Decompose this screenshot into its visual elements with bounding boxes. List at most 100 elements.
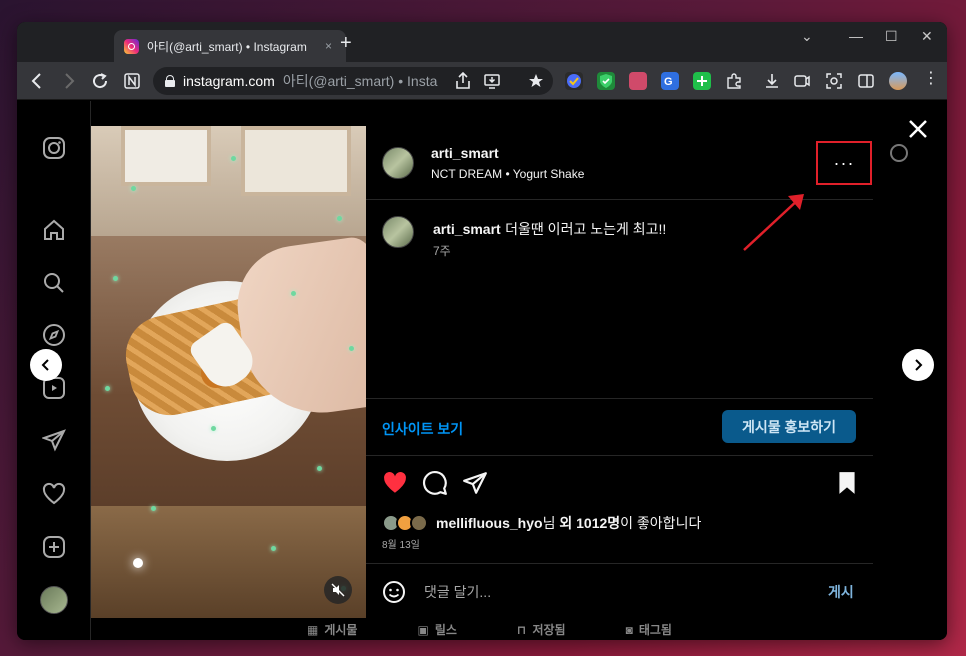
sparkle <box>271 546 276 551</box>
reels-icon: ▣ <box>417 622 429 637</box>
profile-avatar[interactable] <box>889 72 907 90</box>
tab-tagged[interactable]: ◙ 태그됨 <box>626 621 672 638</box>
sparkle <box>349 346 354 351</box>
caption-text: 더울땐 이러고 노는게 최고!! <box>505 221 667 237</box>
video-capture-icon[interactable] <box>793 72 811 90</box>
bookmark-icon: ⊓ <box>516 622 527 637</box>
title-bar: 아티(@arti_smart) • Instagram × + ⌄ — ☐ ✕ <box>17 22 947 62</box>
profile-tabs: ▦ 게시물 ▣ 릴스 ⊓ 저장됨 ◙ 태그됨 <box>307 621 672 638</box>
svg-text:G: G <box>664 76 673 88</box>
post-media[interactable] <box>91 126 366 618</box>
next-post-button[interactable] <box>902 349 934 381</box>
tab-posts[interactable]: ▦ 게시물 <box>307 621 357 638</box>
search-icon[interactable] <box>42 271 66 295</box>
forward-icon[interactable] <box>61 72 77 90</box>
messages-icon[interactable] <box>42 428 66 452</box>
sparkle <box>133 558 143 568</box>
sparkle <box>105 386 110 391</box>
mute-button[interactable] <box>324 576 352 604</box>
caption-time: 7주 <box>433 244 451 258</box>
sparkle <box>317 466 322 471</box>
emoji-icon[interactable] <box>382 580 406 604</box>
maximize-button[interactable]: ☐ <box>885 28 898 45</box>
close-modal-icon[interactable] <box>906 117 930 141</box>
url-domain: instagram.com <box>183 73 275 89</box>
home-icon[interactable] <box>42 218 66 242</box>
url-page-title: 아티(@arti_smart) • Insta <box>282 73 438 89</box>
likes-suffix-1: 님 <box>542 515 560 531</box>
author-username[interactable]: arti_smart <box>431 145 499 161</box>
likes-suffix-2: 이 좋아합니다 <box>620 515 702 531</box>
browser-tab-instagram[interactable]: 아티(@arti_smart) • Instagram × <box>114 30 346 62</box>
sparkle <box>337 216 342 221</box>
side-panel-icon[interactable] <box>857 72 875 90</box>
sparkle <box>113 276 118 281</box>
tab-saved[interactable]: ⊓ 저장됨 <box>517 621 566 638</box>
share-icon[interactable] <box>455 72 471 90</box>
insight-row: 인사이트 보기 게시물 홍보하기 <box>366 398 873 456</box>
close-window-button[interactable]: ✕ <box>921 28 933 45</box>
grid-icon: ▦ <box>307 622 319 637</box>
back-icon[interactable] <box>29 72 45 90</box>
tagged-icon: ◙ <box>625 622 633 637</box>
sparkle <box>211 426 216 431</box>
annotation-arrow-icon <box>743 194 804 251</box>
likes-count[interactable]: 외 1012명 <box>559 515 620 531</box>
tab-reels-label: 릴스 <box>434 623 457 637</box>
saved-bookmark-icon[interactable] <box>834 470 860 496</box>
likes-text[interactable]: mellifluous_hyo님 외 1012명이 좋아합니다 <box>436 513 701 533</box>
comment-icon[interactable] <box>422 470 448 496</box>
bookmark-star-icon[interactable] <box>527 72 545 90</box>
browser-menu-icon[interactable]: ⋮ <box>923 70 939 88</box>
image-extension-icon[interactable] <box>629 72 647 90</box>
browser-window: 아티(@arti_smart) • Instagram × + ⌄ — ☐ ✕ … <box>17 22 947 640</box>
profile-avatar-sidebar[interactable] <box>40 586 68 614</box>
instagram-logo-icon[interactable] <box>42 136 66 160</box>
more-options-button[interactable]: ··· <box>816 141 872 185</box>
notion-extension-icon[interactable] <box>123 72 141 90</box>
tab-search-icon[interactable]: ⌄ <box>801 28 813 45</box>
check-extension-icon[interactable] <box>565 72 583 90</box>
tab-reels[interactable]: ▣ 릴스 <box>417 621 456 638</box>
sparkle <box>231 156 236 161</box>
promote-post-button[interactable]: 게시물 홍보하기 <box>722 410 856 443</box>
comment-box: 댓글 달기... 게시 <box>366 563 873 618</box>
share-icon[interactable] <box>462 470 488 496</box>
create-icon[interactable] <box>42 535 66 559</box>
sparkle <box>131 186 136 191</box>
browser-toolbar: instagram.com 아티(@arti_smart) • Insta G … <box>17 62 947 100</box>
notifications-heart-icon[interactable] <box>42 482 66 506</box>
tab-tagged-label: 태그됨 <box>638 623 672 637</box>
new-tab-button[interactable]: + <box>340 32 352 55</box>
chevron-right-icon <box>915 359 923 371</box>
extensions-puzzle-icon[interactable] <box>725 72 743 90</box>
sparkle <box>291 291 296 296</box>
comment-input[interactable]: 댓글 달기... <box>424 582 491 602</box>
sparkle <box>151 506 156 511</box>
view-insights-link[interactable]: 인사이트 보기 <box>382 419 463 439</box>
shield-extension-icon[interactable] <box>597 72 615 90</box>
author-avatar[interactable] <box>382 147 414 179</box>
post-comment-button[interactable]: 게시 <box>828 582 854 602</box>
minimize-button[interactable]: — <box>849 28 863 44</box>
caption-avatar[interactable] <box>382 216 414 248</box>
explore-icon[interactable] <box>42 323 66 347</box>
add-extension-icon[interactable] <box>693 72 711 90</box>
muted-speaker-icon <box>331 583 345 597</box>
author-audio[interactable]: NCT DREAM • Yogurt Shake <box>431 167 584 181</box>
translate-extension-icon[interactable]: G <box>661 72 679 90</box>
reload-icon[interactable] <box>91 72 109 90</box>
install-app-icon[interactable] <box>483 72 501 90</box>
lock-icon <box>165 75 175 87</box>
like-heart-icon[interactable] <box>382 470 408 496</box>
settings-gear-icon[interactable] <box>887 141 911 165</box>
previous-post-button[interactable] <box>30 349 62 381</box>
first-liker-username[interactable]: mellifluous_hyo <box>436 515 543 531</box>
caption-username[interactable]: arti_smart <box>433 221 501 237</box>
instagram-page: arti_smart NCT DREAM • Yogurt Shake ··· … <box>17 101 947 640</box>
tab-close-icon[interactable]: × <box>325 39 332 53</box>
likes-summary: mellifluous_hyo님 외 1012명이 좋아합니다 <box>382 512 701 534</box>
media-window-pane <box>121 126 211 186</box>
screenshot-icon[interactable] <box>825 72 843 90</box>
download-icon[interactable] <box>763 72 781 90</box>
